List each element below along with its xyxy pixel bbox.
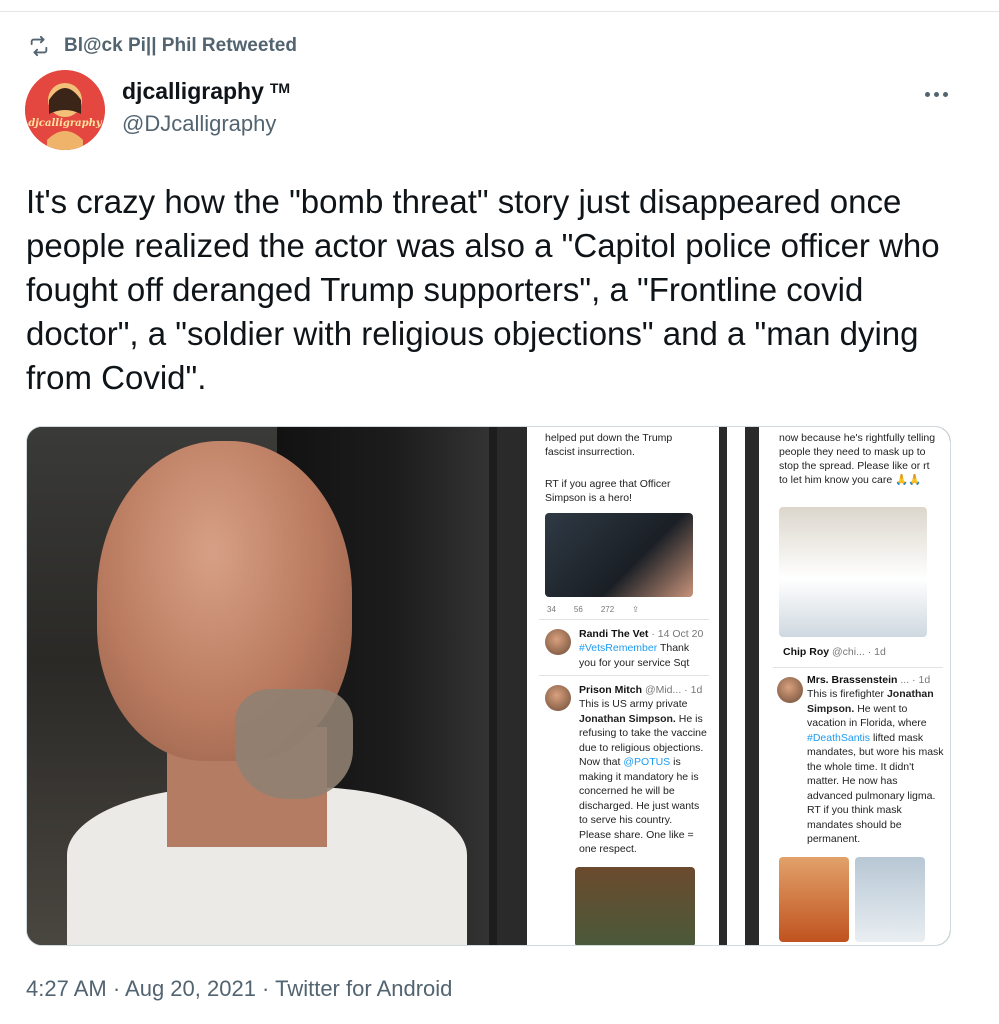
collage-avatar [777, 677, 803, 703]
tweet-timestamp[interactable]: 4:27 AM · Aug 20, 2021 · Twitter for And… [26, 976, 452, 1002]
collage-column-left: helped put down the Trump fascist insurr… [539, 427, 709, 945]
author-block: djcalligraphy TM @DJcalligraphy [122, 78, 290, 137]
retweet-count: 56 [573, 605, 583, 614]
retweet-icon [30, 35, 48, 57]
collage-text-top: helped put down the Trump fascist insurr… [545, 432, 673, 458]
tweet-text: It's crazy how the "bomb threat" story j… [26, 183, 949, 396]
tweet-media[interactable]: helped put down the Trump fascist insurr… [26, 426, 951, 946]
author-handle[interactable]: @DJcalligraphy [122, 111, 290, 137]
collage-reply-name: Chip Roy @chi... · 1d [783, 645, 886, 659]
collage-reply-name: Mrs. Brassenstein ... · 1d [807, 673, 930, 687]
dot-icon [924, 91, 930, 97]
collage-reply-meta: @Mid... · 1d [644, 684, 703, 696]
collage-hashtag: #DeathSantis [807, 731, 871, 744]
collage-reply-meta: · 14 Oct 20 [651, 628, 704, 640]
collage-reply-meta: ... · 1d [900, 674, 931, 686]
collage-reply-body: This is US army private Jonathan Simpson… [579, 697, 707, 857]
collage-avatar [545, 685, 571, 711]
collage-reply-body: #VetsRemember Thank you for your service… [579, 641, 707, 670]
collage-text-rt: RT if you agree that Officer Simpson is … [545, 478, 671, 504]
collage-image-hospital [855, 857, 925, 942]
collage-reply-name-text: Randi The Vet [579, 628, 649, 640]
author-name-row[interactable]: djcalligraphy TM [122, 78, 290, 105]
reply-count: 34 [547, 605, 556, 614]
collage-text-top: now because he's rightfully telling peop… [779, 432, 936, 486]
more-options-button[interactable] [918, 82, 954, 106]
dot-icon [942, 91, 948, 97]
collage-rule [539, 675, 709, 676]
collage-rule [773, 667, 943, 668]
media-screenshot-collage[interactable]: helped put down the Trump fascist insurr… [497, 427, 950, 945]
collage-reply-text: This is US army private [579, 698, 688, 710]
collage-actions: 34 56 272 ⇪ [547, 603, 697, 617]
collage-rule [539, 619, 709, 620]
collage-reply-name-text: Mrs. Brassenstein [807, 674, 898, 686]
collage-reply-body: This is firefighter Jonathan Simpson. He… [807, 687, 945, 847]
dot-icon [933, 91, 939, 97]
avatar-image [25, 70, 105, 150]
collage-reply-name: Randi The Vet · 14 Oct 20 [579, 627, 703, 641]
retweet-indicator[interactable]: Bl@ck Pi|| Phil Retweeted [28, 34, 297, 58]
collage-reply-text: This is firefighter [807, 688, 885, 700]
author-name-mark: TM [269, 80, 291, 96]
collage-reply-name-text: Prison Mitch [579, 684, 643, 696]
collage-hashtag: #VetsRemember [579, 642, 658, 654]
collage-reply-text: lifted mask mandates, but wore his mask … [807, 731, 944, 846]
collage-divider [745, 427, 759, 945]
collage-reply-text: is making it mandatory he is concerned h… [579, 756, 700, 855]
collage-divider [719, 427, 727, 945]
collage-reply-meta: @chi... · 1d [832, 646, 886, 658]
top-divider [0, 0, 999, 12]
author-name[interactable]: djcalligraphy [122, 78, 264, 105]
avatar[interactable]: djcalligraphy [25, 70, 105, 150]
collage-image-soldier [575, 867, 695, 945]
share-icon: ⇪ [632, 605, 639, 614]
photo-beard [235, 689, 353, 799]
collage-reply-name: Prison Mitch @Mid... · 1d [579, 683, 702, 697]
media-photo-man[interactable] [27, 427, 489, 945]
collage-image-officer [545, 513, 693, 597]
collage-image-firefighter [779, 857, 849, 942]
retweet-label: Bl@ck Pi|| Phil Retweeted [64, 35, 297, 56]
collage-avatar [545, 629, 571, 655]
like-count: 272 [600, 605, 615, 614]
collage-reply-name-text: Chip Roy [783, 646, 830, 658]
collage-image-doctor [779, 507, 927, 637]
avatar-brand-text: djcalligraphy [28, 118, 102, 129]
collage-mention: @POTUS [623, 756, 671, 768]
collage-column-right: now because he's rightfully telling peop… [773, 427, 950, 945]
collage-divider [497, 427, 527, 945]
collage-reply-bold: Jonathan Simpson. [579, 712, 676, 725]
